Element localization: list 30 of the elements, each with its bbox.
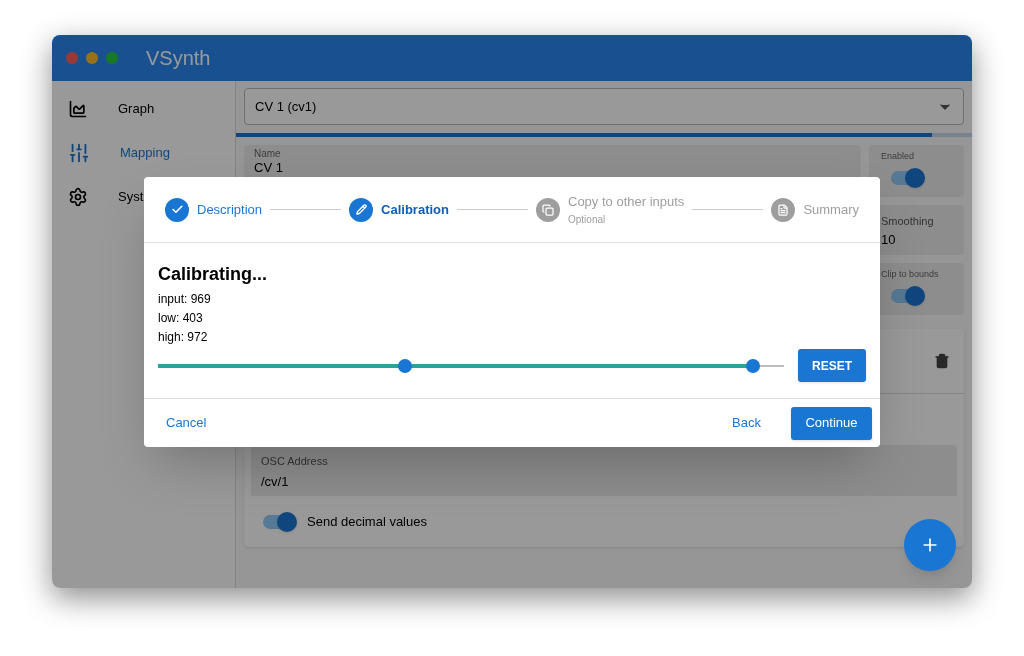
sliders-icon	[68, 142, 90, 164]
continue-button[interactable]: Continue	[791, 406, 872, 440]
slider-thumb[interactable]	[397, 358, 412, 373]
stepper-step[interactable]: Summary	[771, 197, 859, 222]
field-label: Enabled	[881, 150, 916, 163]
reading-text: input: 969	[158, 291, 212, 308]
window-title: VSynth	[146, 46, 211, 71]
chart-icon	[68, 99, 88, 119]
reading-text: high: 972	[158, 329, 209, 346]
add-button[interactable]	[904, 519, 956, 571]
stepper-step[interactable]: Calibration	[349, 197, 449, 222]
toggle-switch[interactable]	[889, 285, 925, 306]
sidebar-item[interactable]: Graph	[52, 87, 235, 131]
field-label: Clip to bounds	[881, 268, 940, 281]
sidebar-item[interactable]: Mapping	[52, 131, 235, 175]
settings-icon	[68, 187, 88, 207]
toggle-switch[interactable]	[889, 167, 925, 188]
reading-text: low: 403	[158, 310, 204, 327]
dialog-heading: Calibrating...	[158, 263, 268, 285]
reset-button[interactable]: RESET	[798, 349, 866, 382]
cancel-button[interactable]: Cancel	[152, 406, 221, 440]
range-slider[interactable]	[158, 357, 784, 374]
toggle-switch[interactable]	[261, 512, 297, 532]
osc-field[interactable]: OSC Address /cv/1	[251, 445, 957, 496]
slider-thumb[interactable]	[745, 358, 760, 373]
trash-icon[interactable]	[934, 352, 950, 370]
input-select[interactable]: CV 1 (cv1)	[244, 88, 964, 125]
toggle-label: Send decimal values	[307, 513, 427, 532]
stepper-step[interactable]: Description	[165, 197, 263, 222]
back-button[interactable]: Back	[718, 406, 775, 440]
